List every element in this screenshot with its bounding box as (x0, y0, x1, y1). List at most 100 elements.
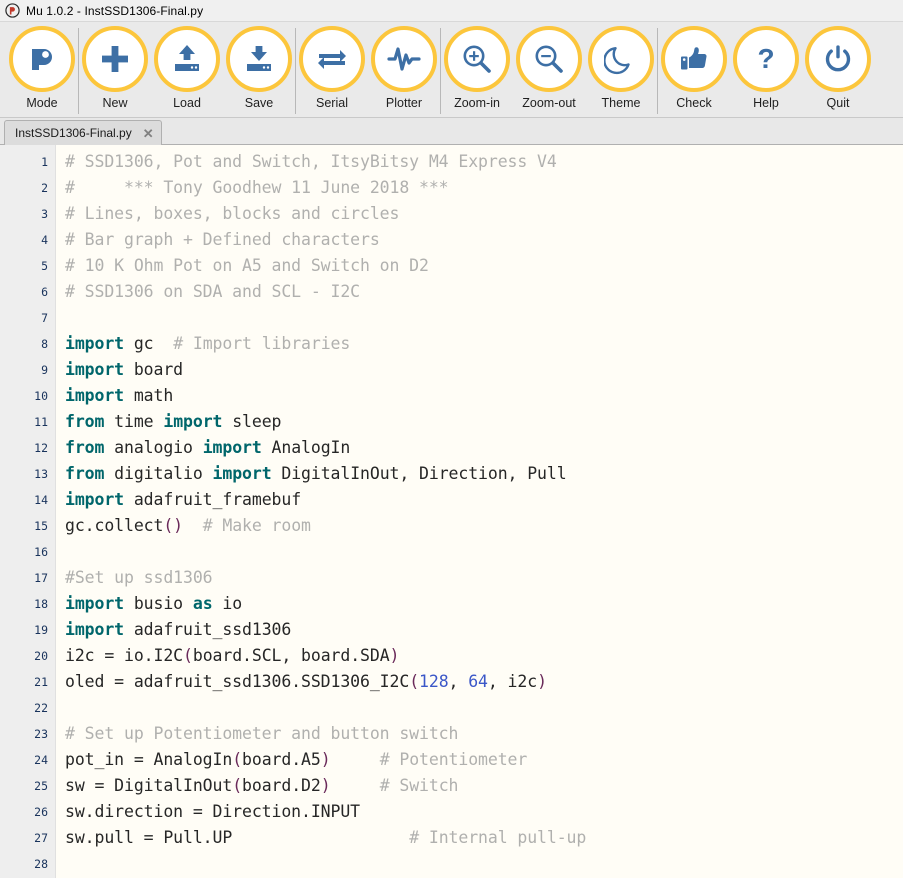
code-token-pln: sw.direction = Direction.INPUT (65, 802, 360, 821)
code-line (65, 851, 903, 877)
window-title: Mu 1.0.2 - InstSSD1306-Final.py (26, 4, 203, 18)
code-token-com: # Bar graph + Defined characters (65, 230, 380, 249)
code-token-par: ( (232, 776, 242, 795)
code-line: import math (65, 383, 903, 409)
code-token-kw: import (65, 490, 124, 509)
line-number: 23 (0, 721, 55, 747)
code-token-pln: analogio (104, 438, 202, 457)
line-number: 6 (0, 279, 55, 305)
upload-icon (170, 42, 204, 76)
mu-editor-window: Mu 1.0.2 - InstSSD1306-Final.py Mode (0, 0, 903, 878)
code-token-pln: , i2c (488, 672, 537, 691)
code-token-pln: , (449, 672, 469, 691)
line-number: 19 (0, 617, 55, 643)
toolbar-label-check: Check (676, 96, 711, 110)
line-number: 24 (0, 747, 55, 773)
code-line: # Set up Potentiometer and button switch (65, 721, 903, 747)
code-token-com: # Lines, boxes, blocks and circles (65, 204, 399, 223)
toolbar-label-new: New (102, 96, 127, 110)
toolbar-button-load[interactable]: Load (151, 25, 223, 110)
save-button-ring (226, 26, 292, 92)
line-number: 28 (0, 851, 55, 877)
load-button-ring (154, 26, 220, 92)
code-token-pln: sleep (222, 412, 281, 431)
zoom-out-button-ring (516, 26, 582, 92)
zoom-in-button-ring (444, 26, 510, 92)
code-token-pln: DigitalInOut, Direction, Pull (272, 464, 567, 483)
code-token-com: # Potentiometer (380, 750, 528, 769)
tab-bar: InstSSD1306-Final.py ✕ (0, 118, 903, 145)
code-line: # SSD1306 on SDA and SCL - I2C (65, 279, 903, 305)
toolbar-button-plotter[interactable]: Plotter (368, 25, 440, 110)
line-number: 13 (0, 461, 55, 487)
serial-button-ring (299, 26, 365, 92)
close-icon[interactable]: ✕ (143, 127, 154, 140)
toolbar-button-quit[interactable]: Quit (802, 25, 874, 110)
mu-logo-icon (5, 3, 20, 18)
code-token-pln: board.A5 (242, 750, 321, 769)
code-token-par: ( (409, 672, 419, 691)
code-line: sw.pull = Pull.UP # Internal pull-up (65, 825, 903, 851)
code-line: from time import sleep (65, 409, 903, 435)
code-token-num: 128 (419, 672, 449, 691)
code-token-com: # Set up Potentiometer and button switch (65, 724, 458, 743)
toolbar-button-serial[interactable]: Serial (296, 25, 368, 110)
line-number: 14 (0, 487, 55, 513)
code-token-com: # Import libraries (173, 334, 350, 353)
crescent-moon-icon (604, 42, 638, 76)
code-token-pln: adafruit_framebuf (124, 490, 301, 509)
toolbar-label-mode: Mode (26, 96, 57, 110)
tab-instssd1306-final[interactable]: InstSSD1306-Final.py ✕ (4, 120, 162, 145)
toolbar-button-new[interactable]: New (79, 25, 151, 110)
code-token-com: # Make room (203, 516, 311, 535)
toolbar-button-save[interactable]: Save (223, 25, 295, 110)
toolbar-label-zoom-in: Zoom-in (454, 96, 500, 110)
toolbar-button-check[interactable]: Check (658, 25, 730, 110)
code-token-com: # SSD1306 on SDA and SCL - I2C (65, 282, 360, 301)
line-number: 22 (0, 695, 55, 721)
toolbar-label-load: Load (173, 96, 201, 110)
help-button-ring: ? (733, 26, 799, 92)
line-number: 3 (0, 201, 55, 227)
line-number: 12 (0, 435, 55, 461)
line-number: 15 (0, 513, 55, 539)
code-editor[interactable]: 1234567891011121314151617181920212223242… (0, 145, 903, 878)
toolbar-button-theme[interactable]: Theme (585, 25, 657, 110)
code-token-num: 64 (468, 672, 488, 691)
code-token-com: # *** Tony Goodhew 11 June 2018 *** (65, 178, 449, 197)
line-number: 10 (0, 383, 55, 409)
mode-button-ring (9, 26, 75, 92)
line-number: 17 (0, 565, 55, 591)
code-line (65, 695, 903, 721)
code-token-pln: sw.pull = Pull.UP (65, 828, 232, 847)
toolbar-label-save: Save (245, 96, 274, 110)
line-number: 5 (0, 253, 55, 279)
code-token-par: ) (321, 776, 331, 795)
line-number: 9 (0, 357, 55, 383)
toolbar-button-zoom-out[interactable]: Zoom-out (513, 25, 585, 110)
code-token-pln: adafruit_ssd1306 (124, 620, 291, 639)
toolbar-button-help[interactable]: ? Help (730, 25, 802, 110)
code-token-kw: import (203, 438, 262, 457)
code-token-par: ( (232, 750, 242, 769)
code-line: # Bar graph + Defined characters (65, 227, 903, 253)
line-number: 1 (0, 149, 55, 175)
code-line: # SSD1306, Pot and Switch, ItsyBitsy M4 … (65, 149, 903, 175)
code-area[interactable]: # SSD1306, Pot and Switch, ItsyBitsy M4 … (56, 145, 903, 878)
toolbar-button-zoom-in[interactable]: Zoom-in (441, 25, 513, 110)
code-line (65, 305, 903, 331)
code-token-pln (232, 828, 409, 847)
line-number: 8 (0, 331, 55, 357)
code-line (65, 539, 903, 565)
code-token-pln: AnalogIn (262, 438, 351, 457)
line-number: 27 (0, 825, 55, 851)
code-line: # *** Tony Goodhew 11 June 2018 *** (65, 175, 903, 201)
line-number: 2 (0, 175, 55, 201)
line-number-gutter: 1234567891011121314151617181920212223242… (0, 145, 56, 878)
code-token-pln: busio (124, 594, 193, 613)
mode-icon (25, 42, 59, 76)
toolbar-button-mode[interactable]: Mode (6, 25, 78, 110)
code-token-pln: math (124, 386, 173, 405)
code-line: import adafruit_framebuf (65, 487, 903, 513)
code-token-kw: as (193, 594, 213, 613)
